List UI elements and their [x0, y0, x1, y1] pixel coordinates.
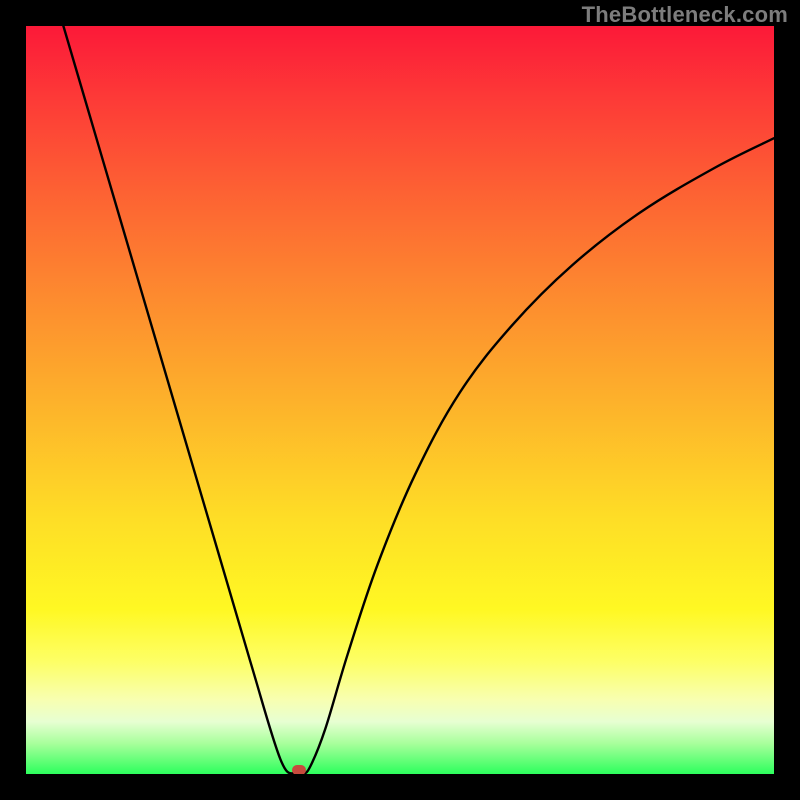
- bottleneck-curve-path: [63, 26, 774, 774]
- minimum-marker: [292, 765, 306, 774]
- watermark-text: TheBottleneck.com: [582, 2, 788, 28]
- plot-area: [26, 26, 774, 774]
- chart-frame: TheBottleneck.com: [0, 0, 800, 800]
- curve-svg: [26, 26, 774, 774]
